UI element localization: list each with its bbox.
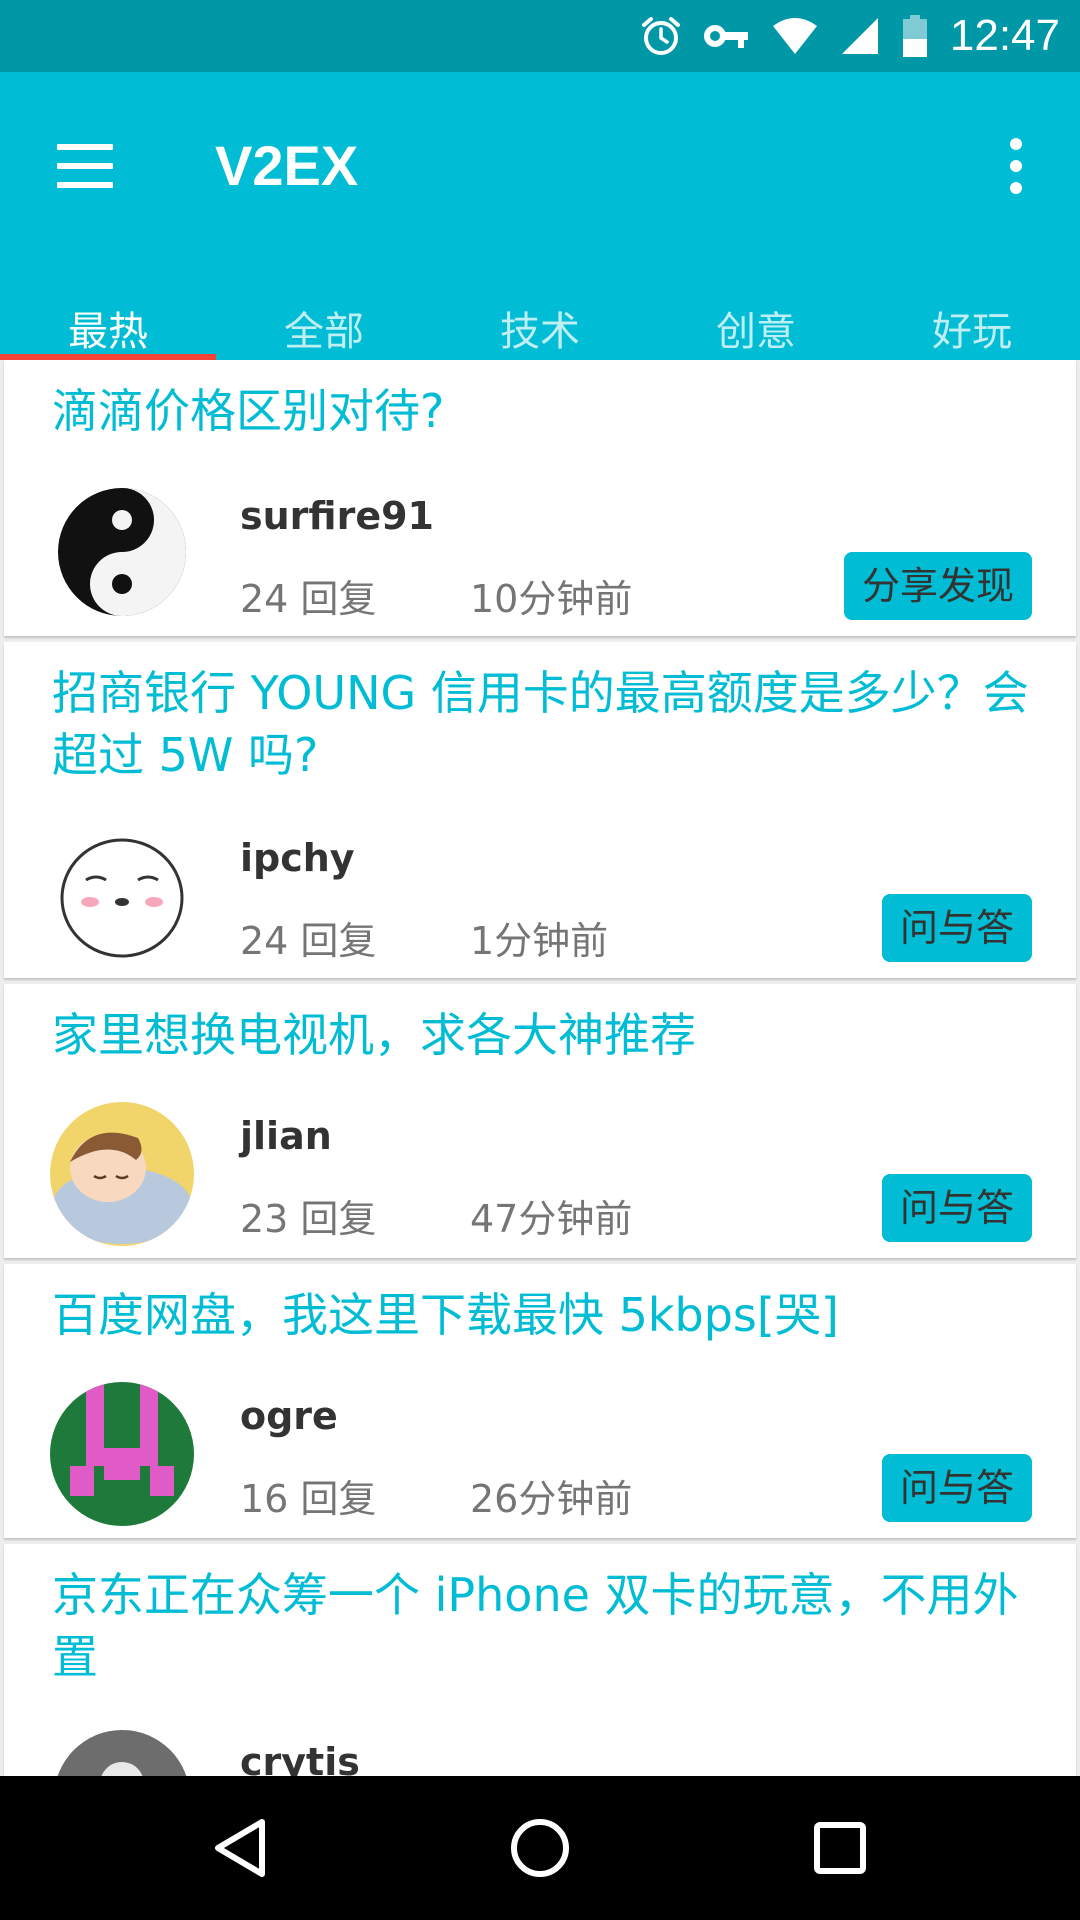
avatar[interactable] [50,1726,194,1776]
node-badge[interactable]: 问与答 [881,1174,1032,1242]
signal-icon [841,18,878,54]
tab-bar: 最热 全部 技术 创意 好玩 [0,304,1080,360]
post-time: 10分钟前 [470,577,633,621]
username[interactable]: crytis [240,1740,360,1776]
topic-list[interactable]: 滴滴价格区别对待? surfire91 24 回复 10分钟前 分享发现 招商银… [0,360,1080,1776]
username[interactable]: surfire91 [240,494,434,538]
status-bar: 12:47 [0,0,1080,72]
topic-title[interactable]: 家里想换电视机，求各大神推荐 [52,1004,1032,1066]
tab-fun[interactable]: 好玩 [864,304,1080,360]
status-time: 12:47 [949,11,1060,60]
username[interactable]: ipchy [240,836,355,880]
reply-count: 24 回复 [240,919,377,963]
avatar[interactable] [50,1382,194,1526]
reply-count: 23 回复 [240,1197,377,1241]
username[interactable]: ogre [240,1394,338,1438]
cartoon-bear-avatar-image [50,822,194,966]
avatar[interactable] [50,480,194,624]
topic-title[interactable]: 滴滴价格区别对待? [52,380,1032,442]
post-time: 47分钟前 [470,1197,633,1241]
system-nav-bar [0,1776,1080,1920]
node-badge[interactable]: 问与答 [881,894,1032,962]
avatar[interactable] [50,822,194,966]
reply-count: 24 回复 [240,577,377,621]
more-vert-icon[interactable] [976,124,1056,208]
tab-tech[interactable]: 技术 [432,304,648,360]
home-icon[interactable] [460,1776,620,1920]
topic-title[interactable]: 京东正在众筹一个 iPhone 双卡的玩意，不用外置 [52,1564,1032,1688]
post-time: 1分钟前 [470,919,609,963]
wifi-icon [772,18,817,54]
pixel-art-avatar-image [50,1382,194,1526]
topic-card[interactable]: 家里想换电视机，求各大神推荐 jlian 23 回复 47分钟前 问与答 [4,984,1076,1258]
reply-count: 16 回复 [240,1477,377,1521]
topic-card[interactable]: 滴滴价格区别对待? surfire91 24 回复 10分钟前 分享发现 [4,360,1076,636]
yin-yang-avatar-image [50,480,194,624]
vpn-key-icon [703,25,748,48]
app-bar: V2EX 最热 全部 技术 创意 好玩 [0,72,1080,360]
tab-creative[interactable]: 创意 [648,304,864,360]
app-title: V2EX [215,134,359,197]
topic-title[interactable]: 百度网盘，我这里下载最快 5kbps[哭] [52,1284,1032,1346]
tab-all[interactable]: 全部 [216,304,432,360]
node-badge[interactable]: 问与答 [881,1454,1032,1522]
topic-card[interactable]: 京东正在众筹一个 iPhone 双卡的玩意，不用外置 crytis [4,1544,1076,1776]
post-time: 26分钟前 [470,1477,633,1521]
avatar[interactable] [50,1102,194,1246]
back-icon[interactable] [160,1776,320,1920]
sleeping-boy-avatar-image [50,1102,194,1246]
topic-card[interactable]: 招商银行 YOUNG 信用卡的最高额度是多少？会超过 5W 吗? ipchy 2… [4,642,1076,978]
status-icons: 12:47 [640,0,1060,72]
battery-icon [902,15,927,57]
alarm-icon [641,17,680,55]
recents-icon[interactable] [760,1776,920,1920]
tab-hot[interactable]: 最热 [0,304,216,360]
topic-card[interactable]: 百度网盘，我这里下载最快 5kbps[哭] ogre 16 回复 26分钟前 问… [4,1264,1076,1538]
username[interactable]: jlian [240,1114,332,1158]
node-badge[interactable]: 分享发现 [843,552,1032,620]
hamburger-menu-icon[interactable] [40,124,130,208]
gray-avatar-image [50,1726,194,1776]
topic-title[interactable]: 招商银行 YOUNG 信用卡的最高额度是多少？会超过 5W 吗? [52,662,1032,786]
